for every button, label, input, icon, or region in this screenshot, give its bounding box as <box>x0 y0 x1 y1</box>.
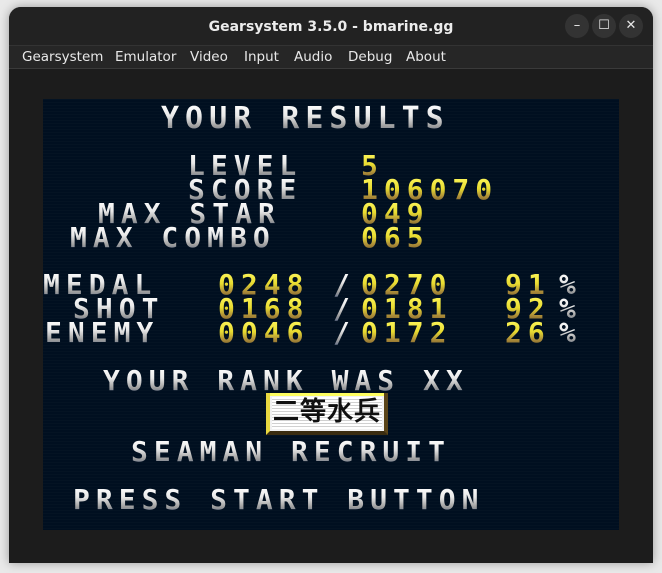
minimize-icon: – <box>573 18 581 33</box>
menu-input[interactable]: Input <box>244 46 279 68</box>
percent-sign: % <box>559 316 582 349</box>
ratio-label-enemy: ENEMY <box>45 316 160 349</box>
menu-bar: Gearsystem Emulator Video Input Audio De… <box>9 46 653 69</box>
minimize-button[interactable]: – <box>565 14 589 38</box>
ratio-percent-enemy: 26 <box>505 316 551 349</box>
close-button[interactable]: ✕ <box>619 14 643 38</box>
rank-name: SEAMAN RECRUIT <box>131 435 452 468</box>
rank-badge: 二等水兵 <box>266 393 388 435</box>
title-bar[interactable]: Gearsystem 3.5.0 - bmarine.gg – ☐ ✕ <box>9 7 653 46</box>
menu-debug[interactable]: Debug <box>348 46 392 68</box>
stat-value-max-combo: 065 <box>361 221 430 254</box>
press-start-prompt: PRESS START BUTTON <box>73 483 485 516</box>
menu-audio[interactable]: Audio <box>294 46 332 68</box>
ratio-total-enemy: 0172 <box>361 316 453 349</box>
menu-about[interactable]: About <box>406 46 446 68</box>
menu-gearsystem[interactable]: Gearsystem <box>22 46 103 68</box>
menu-video[interactable]: Video <box>190 46 228 68</box>
ratio-separator: / <box>333 316 356 349</box>
rank-kanji: 二等水兵 <box>272 397 382 429</box>
stat-label-max-combo: MAX COMBO <box>70 221 276 254</box>
window-title: Gearsystem 3.5.0 - bmarine.gg <box>208 19 454 35</box>
results-heading: YOUR RESULTS <box>161 101 450 136</box>
close-icon: ✕ <box>625 18 637 33</box>
maximize-button[interactable]: ☐ <box>592 14 616 38</box>
maximize-icon: ☐ <box>598 18 610 33</box>
menu-emulator[interactable]: Emulator <box>115 46 176 68</box>
ratio-hit-enemy: 0046 <box>218 316 310 349</box>
app-window: Gearsystem 3.5.0 - bmarine.gg – ☐ ✕ Gear… <box>9 7 653 563</box>
game-screen[interactable]: YOUR RESULTS LEVEL 5 SCORE 106070 MAX ST… <box>43 99 619 530</box>
rank-line: YOUR RANK WAS XX <box>103 364 469 397</box>
